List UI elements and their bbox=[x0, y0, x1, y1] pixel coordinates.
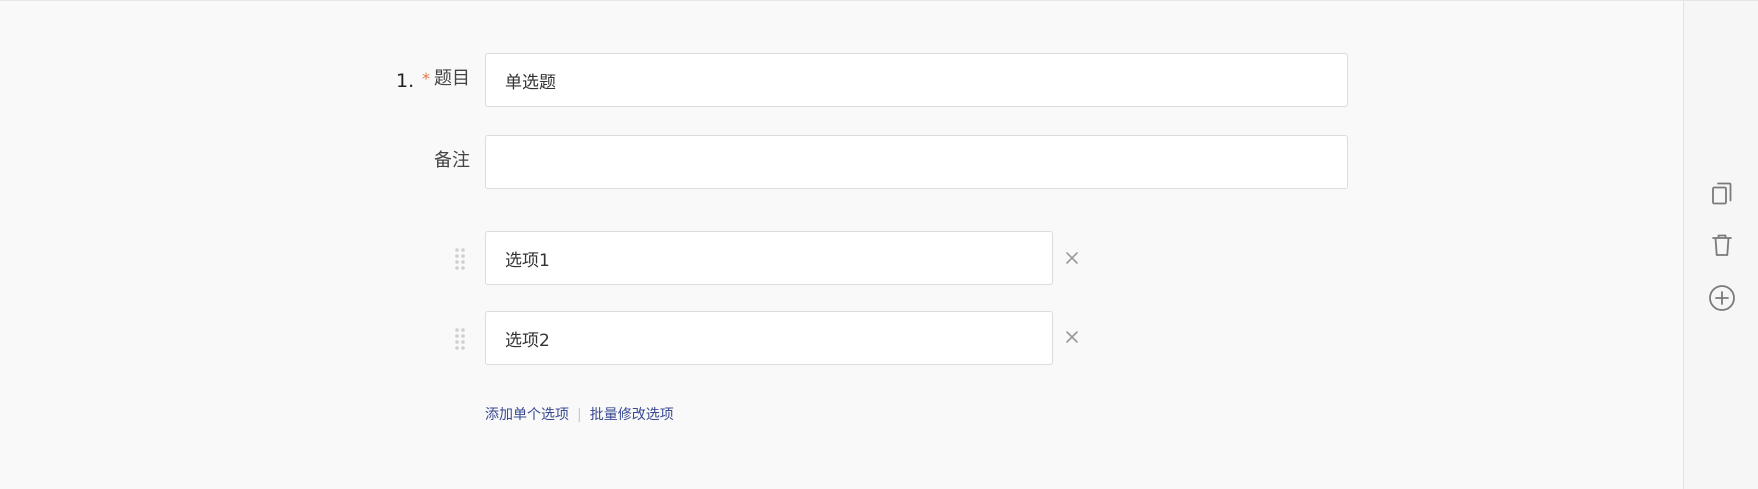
action-separator: | bbox=[577, 407, 582, 423]
remove-option-icon[interactable] bbox=[1064, 329, 1080, 345]
option-actions: 添加单个选项 | 批量修改选项 bbox=[485, 404, 674, 426]
add-single-option-link[interactable]: 添加单个选项 bbox=[485, 404, 569, 426]
question-editor: 1. * 题目 备注 bbox=[0, 0, 1758, 489]
option-input[interactable] bbox=[485, 231, 1053, 285]
title-label: 题目 bbox=[434, 68, 470, 89]
drag-handle-icon[interactable] bbox=[454, 248, 466, 270]
drag-handle-icon[interactable] bbox=[454, 328, 466, 350]
side-toolbar bbox=[1683, 1, 1758, 489]
note-label: 备注 bbox=[434, 150, 470, 171]
note-input[interactable] bbox=[485, 135, 1348, 189]
option-input[interactable] bbox=[485, 311, 1053, 365]
copy-icon[interactable] bbox=[1708, 179, 1736, 207]
title-input[interactable] bbox=[485, 53, 1348, 107]
remove-option-icon[interactable] bbox=[1064, 250, 1080, 266]
required-mark: * bbox=[422, 69, 430, 88]
trash-icon[interactable] bbox=[1708, 231, 1736, 259]
question-number: 1. bbox=[396, 70, 415, 92]
batch-edit-options-link[interactable]: 批量修改选项 bbox=[590, 404, 674, 426]
plus-circle-icon[interactable] bbox=[1708, 284, 1736, 312]
